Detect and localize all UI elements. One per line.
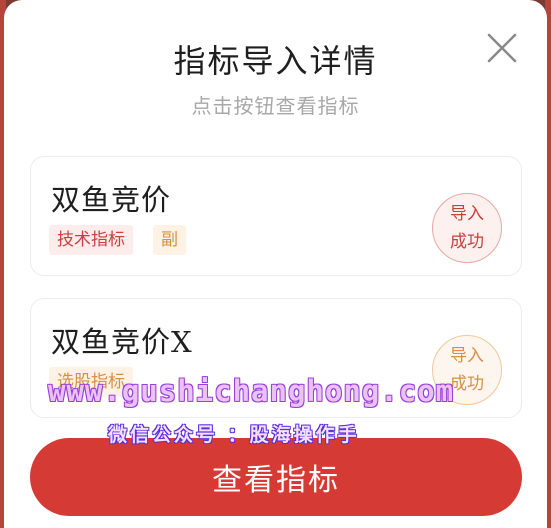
- stamp-line-1: 导入: [450, 346, 484, 366]
- dialog-subtitle: 点击按钮查看指标: [191, 94, 360, 118]
- import-success-stamp: 导入 成功: [432, 193, 502, 263]
- close-icon: [487, 33, 517, 63]
- indicator-name: 双鱼竞价X: [51, 325, 193, 359]
- tag-technical-indicator: 技术指标: [49, 225, 133, 255]
- indicator-name: 双鱼竞价: [51, 183, 172, 217]
- dialog-title: 指标导入详情: [173, 42, 378, 80]
- watermark-url: www.gushichanghong.com: [48, 374, 455, 408]
- indicator-card-1[interactable]: 双鱼竞价 技术指标 副 导入 成功: [30, 156, 522, 276]
- close-button[interactable]: [484, 30, 520, 66]
- stamp-line-2: 成功: [450, 232, 484, 252]
- stamp-line-1: 导入: [450, 204, 484, 224]
- view-indicators-button[interactable]: 查看指标: [30, 438, 522, 516]
- watermark-wechat: 微信公众号 ：股海操作手: [108, 424, 360, 446]
- tag-sub: 副: [153, 225, 186, 255]
